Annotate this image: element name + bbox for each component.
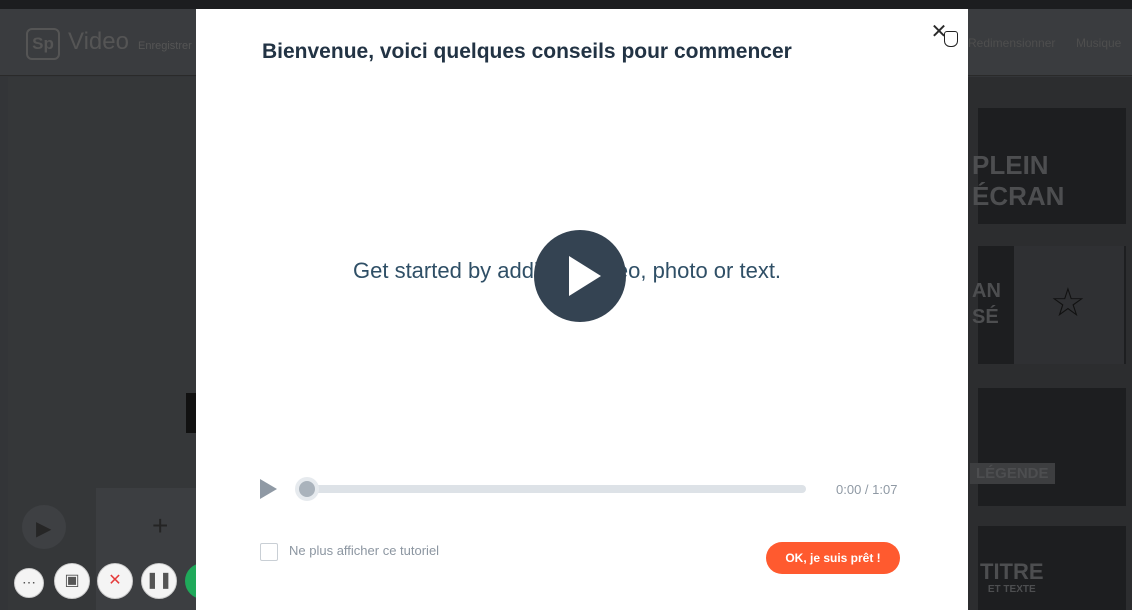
layout-label-title-sub: ET TEXTE: [987, 584, 1036, 595]
more-button[interactable]: ⋯: [14, 568, 44, 598]
layout-label-caption: LÉGENDE: [970, 463, 1055, 484]
progress-knob[interactable]: [295, 477, 319, 501]
plus-icon: +: [152, 510, 169, 541]
panel-marker: [186, 393, 196, 433]
hide-tutorial-label[interactable]: Ne plus afficher ce tutoriel: [289, 543, 439, 558]
layout-label-fullscreen: PLEIN ÉCRAN: [972, 150, 1065, 211]
layout-tile-favorite[interactable]: ☆: [1014, 246, 1124, 364]
video-play-button[interactable]: [534, 230, 626, 322]
cancel-recording-button[interactable]: ✕: [97, 563, 133, 599]
cancel-icon: ✕: [108, 572, 122, 589]
camera-icon: ▣: [64, 572, 80, 589]
nav-record[interactable]: Enregistrer: [138, 40, 192, 52]
more-icon: ⋯: [22, 574, 36, 590]
logo: Sp: [26, 28, 60, 60]
nav-music[interactable]: Musique: [1076, 36, 1121, 50]
nav-resize[interactable]: Redimensionner: [968, 36, 1055, 50]
hide-tutorial-checkbox[interactable]: [260, 543, 278, 561]
play-icon: ▶: [36, 518, 52, 540]
player-play-icon[interactable]: [260, 479, 277, 499]
progress-track[interactable]: [306, 485, 806, 493]
layout-label-title: TITRE ET TEXTE: [980, 561, 1044, 599]
welcome-modal: Bienvenue, voici quelques conseils pour …: [196, 9, 968, 610]
hand-cursor-icon: [944, 31, 958, 47]
ok-button[interactable]: OK, je suis prêt !: [766, 542, 900, 574]
bg-play-button[interactable]: ▶: [22, 505, 66, 549]
top-strip: [0, 0, 1132, 9]
layout-label-split: AN SÉ: [972, 280, 1001, 328]
app-window: Sp Video Enregistrer Redimensionner Musi…: [0, 0, 1132, 610]
star-icon: ☆: [1050, 281, 1086, 325]
camera-button[interactable]: ▣: [54, 563, 90, 599]
layout-tile-caption[interactable]: [978, 388, 1126, 506]
video-time: 0:00 / 1:07: [836, 482, 898, 497]
pause-recording-button[interactable]: ❚❚: [141, 563, 177, 599]
pause-icon: ❚❚: [145, 572, 173, 589]
brand-name: Video: [68, 28, 129, 55]
modal-title: Bienvenue, voici quelques conseils pour …: [262, 40, 792, 63]
